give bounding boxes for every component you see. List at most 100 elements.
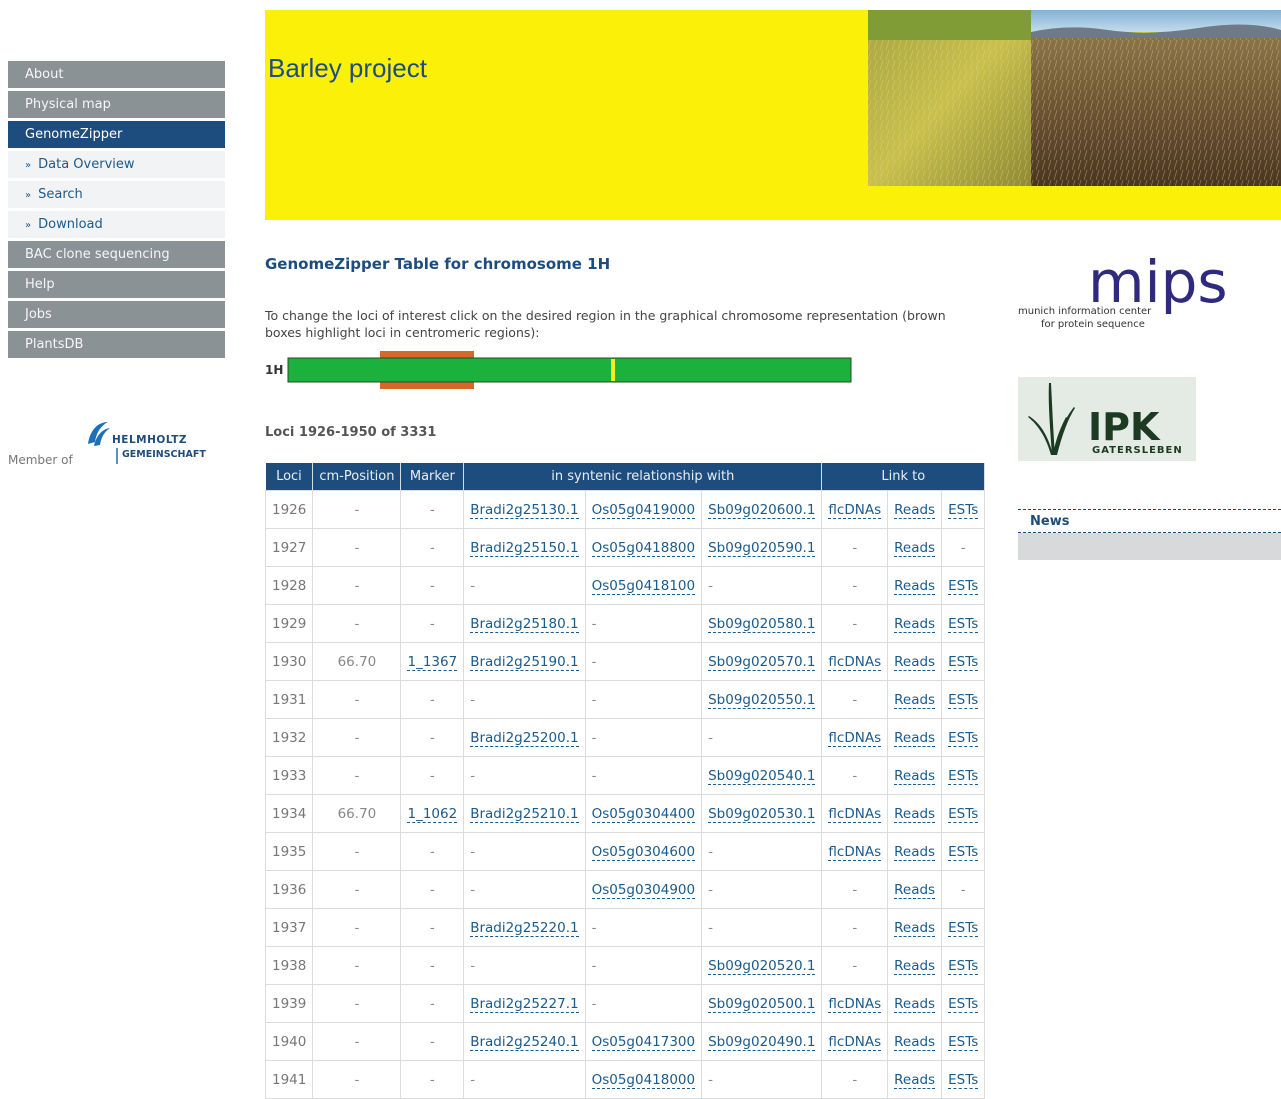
reads-link[interactable]: Reads — [894, 1071, 936, 1089]
flcdna-link[interactable]: flcDNAs — [828, 1033, 882, 1051]
sb-link[interactable]: Sb09g020550.1 — [708, 691, 816, 709]
mips-logo[interactable]: mips munich information center for prote… — [1016, 250, 1256, 332]
flcdna-cell: - — [821, 1060, 889, 1099]
marker-cell[interactable]: 1_1062 — [407, 805, 458, 823]
flcdna-link[interactable]: flcDNAs — [828, 995, 882, 1013]
sb-link[interactable]: Sb09g020520.1 — [708, 957, 816, 975]
ests-link[interactable]: ESTs — [948, 919, 979, 937]
bradi-cell: Bradi2g25210.1 — [463, 794, 586, 833]
flcdna-cell: flcDNAs — [821, 718, 889, 757]
ests-link[interactable]: ESTs — [948, 691, 979, 709]
helmholtz-logo[interactable]: HELMHOLTZ GEMEINSCHAFT — [86, 420, 216, 470]
reads-link[interactable]: Reads — [894, 729, 936, 747]
flcdna-link[interactable]: flcDNAs — [828, 653, 882, 671]
chromosome-bar[interactable] — [287, 357, 852, 383]
nav-physical-map[interactable]: Physical map — [8, 91, 225, 118]
sb-link[interactable]: Sb09g020580.1 — [708, 615, 816, 633]
sb-link[interactable]: Sb09g020570.1 — [708, 653, 816, 671]
bradi-link[interactable]: Bradi2g25240.1 — [470, 1033, 579, 1051]
os-link[interactable]: Os05g0417300 — [591, 1033, 696, 1051]
os-link[interactable]: Os05g0418000 — [591, 1071, 696, 1089]
reads-cell: Reads — [887, 908, 943, 947]
nav-genomezipper[interactable]: GenomeZipper — [8, 121, 225, 148]
nav-plantsdb[interactable]: PlantsDB — [8, 331, 225, 358]
reads-link[interactable]: Reads — [894, 919, 936, 937]
flcdna-cell: - — [821, 680, 889, 719]
sb-link[interactable]: Sb09g020530.1 — [708, 805, 816, 823]
nav-jobs[interactable]: Jobs — [8, 301, 225, 328]
os-link[interactable]: Os05g0419000 — [591, 501, 696, 519]
os-link[interactable]: Os05g0418800 — [591, 539, 696, 557]
reads-link[interactable]: Reads — [894, 615, 936, 633]
chromosome-map[interactable]: 1H — [265, 351, 865, 391]
subnav-search[interactable]: » Search — [8, 181, 225, 208]
bradi-link[interactable]: Bradi2g25220.1 — [470, 919, 579, 937]
ests-link[interactable]: ESTs — [948, 767, 979, 785]
reads-link[interactable]: Reads — [894, 995, 936, 1013]
sb-cell: Sb09g020570.1 — [701, 642, 823, 681]
sb-link[interactable]: Sb09g020600.1 — [708, 501, 816, 519]
ests-link[interactable]: ESTs — [948, 615, 979, 633]
sb-link[interactable]: Sb09g020500.1 — [708, 995, 816, 1013]
os-link[interactable]: Os05g0418100 — [591, 577, 696, 595]
bradi-cell: Bradi2g25220.1 — [463, 908, 586, 947]
reads-link[interactable]: Reads — [894, 577, 936, 595]
os-link[interactable]: Os05g0304900 — [591, 881, 696, 899]
sb-link[interactable]: Sb09g020590.1 — [708, 539, 816, 557]
bullet-icon: » — [25, 160, 32, 171]
reads-link[interactable]: Reads — [894, 1033, 936, 1051]
reads-cell: Reads — [887, 984, 943, 1023]
subnav-download[interactable]: » Download — [8, 211, 225, 238]
reads-link[interactable]: Reads — [894, 843, 936, 861]
ests-link[interactable]: ESTs — [948, 805, 979, 823]
reads-link[interactable]: Reads — [894, 691, 936, 709]
reads-link[interactable]: Reads — [894, 539, 936, 557]
flcdna-link[interactable]: flcDNAs — [828, 843, 882, 861]
bradi-link[interactable]: Bradi2g25130.1 — [470, 501, 579, 519]
reads-link[interactable]: Reads — [894, 501, 936, 519]
flcdna-link[interactable]: flcDNAs — [828, 805, 882, 823]
cm-position-cell-text: - — [354, 691, 360, 708]
bradi-link[interactable]: Bradi2g25227.1 — [470, 995, 579, 1013]
marker-cell[interactable]: 1_1367 — [407, 653, 458, 671]
nav-bac-clone-sequencing[interactable]: BAC clone sequencing — [8, 241, 225, 268]
reads-link[interactable]: Reads — [894, 957, 936, 975]
flcdna-link[interactable]: flcDNAs — [828, 729, 882, 747]
reads-link[interactable]: Reads — [894, 767, 936, 785]
os-link[interactable]: Os05g0304600 — [591, 843, 696, 861]
os-cell: - — [584, 908, 703, 947]
bradi-link[interactable]: Bradi2g25200.1 — [470, 729, 579, 747]
ests-link[interactable]: ESTs — [948, 577, 979, 595]
bradi-link[interactable]: Bradi2g25150.1 — [470, 539, 579, 557]
os-link[interactable]: Os05g0304400 — [591, 805, 696, 823]
ests-link[interactable]: ESTs — [948, 729, 979, 747]
sb-cell: - — [701, 566, 823, 605]
reads-link[interactable]: Reads — [894, 653, 936, 671]
sb-link[interactable]: Sb09g020540.1 — [708, 767, 816, 785]
table-header: Loci cm-Position Marker in syntenic rela… — [265, 463, 986, 491]
sb-link[interactable]: Sb09g020490.1 — [708, 1033, 816, 1051]
nav-about[interactable]: About — [8, 61, 225, 88]
ests-link[interactable]: ESTs — [948, 995, 979, 1013]
page-title: GenomeZipper Table for chromosome 1H — [265, 255, 611, 273]
chromosome-graphic[interactable] — [265, 351, 865, 391]
reads-link[interactable]: Reads — [894, 805, 936, 823]
bradi-link[interactable]: Bradi2g25210.1 — [470, 805, 579, 823]
nav-help[interactable]: Help — [8, 271, 225, 298]
os-text: - — [591, 995, 597, 1012]
flcdna-link[interactable]: flcDNAs — [828, 501, 882, 519]
bradi-link[interactable]: Bradi2g25190.1 — [470, 653, 579, 671]
ests-link[interactable]: ESTs — [948, 843, 979, 861]
marker-cell: - — [400, 946, 465, 985]
ests-link[interactable]: ESTs — [948, 653, 979, 671]
ests-link[interactable]: ESTs — [948, 501, 979, 519]
bradi-link[interactable]: Bradi2g25180.1 — [470, 615, 579, 633]
reads-link[interactable]: Reads — [894, 881, 936, 899]
ipk-logo[interactable]: IPK GATERSLEBEN — [1018, 377, 1196, 461]
ests-link[interactable]: ESTs — [948, 1071, 979, 1089]
ests-link[interactable]: ESTs — [948, 957, 979, 975]
subnav-data-overview[interactable]: » Data Overview — [8, 151, 225, 178]
subnav-label: Search — [38, 187, 83, 202]
ests-link[interactable]: ESTs — [948, 1033, 979, 1051]
table-row: 1933 - - - - Sb09g020540.1 - Reads ESTs — [264, 756, 986, 795]
